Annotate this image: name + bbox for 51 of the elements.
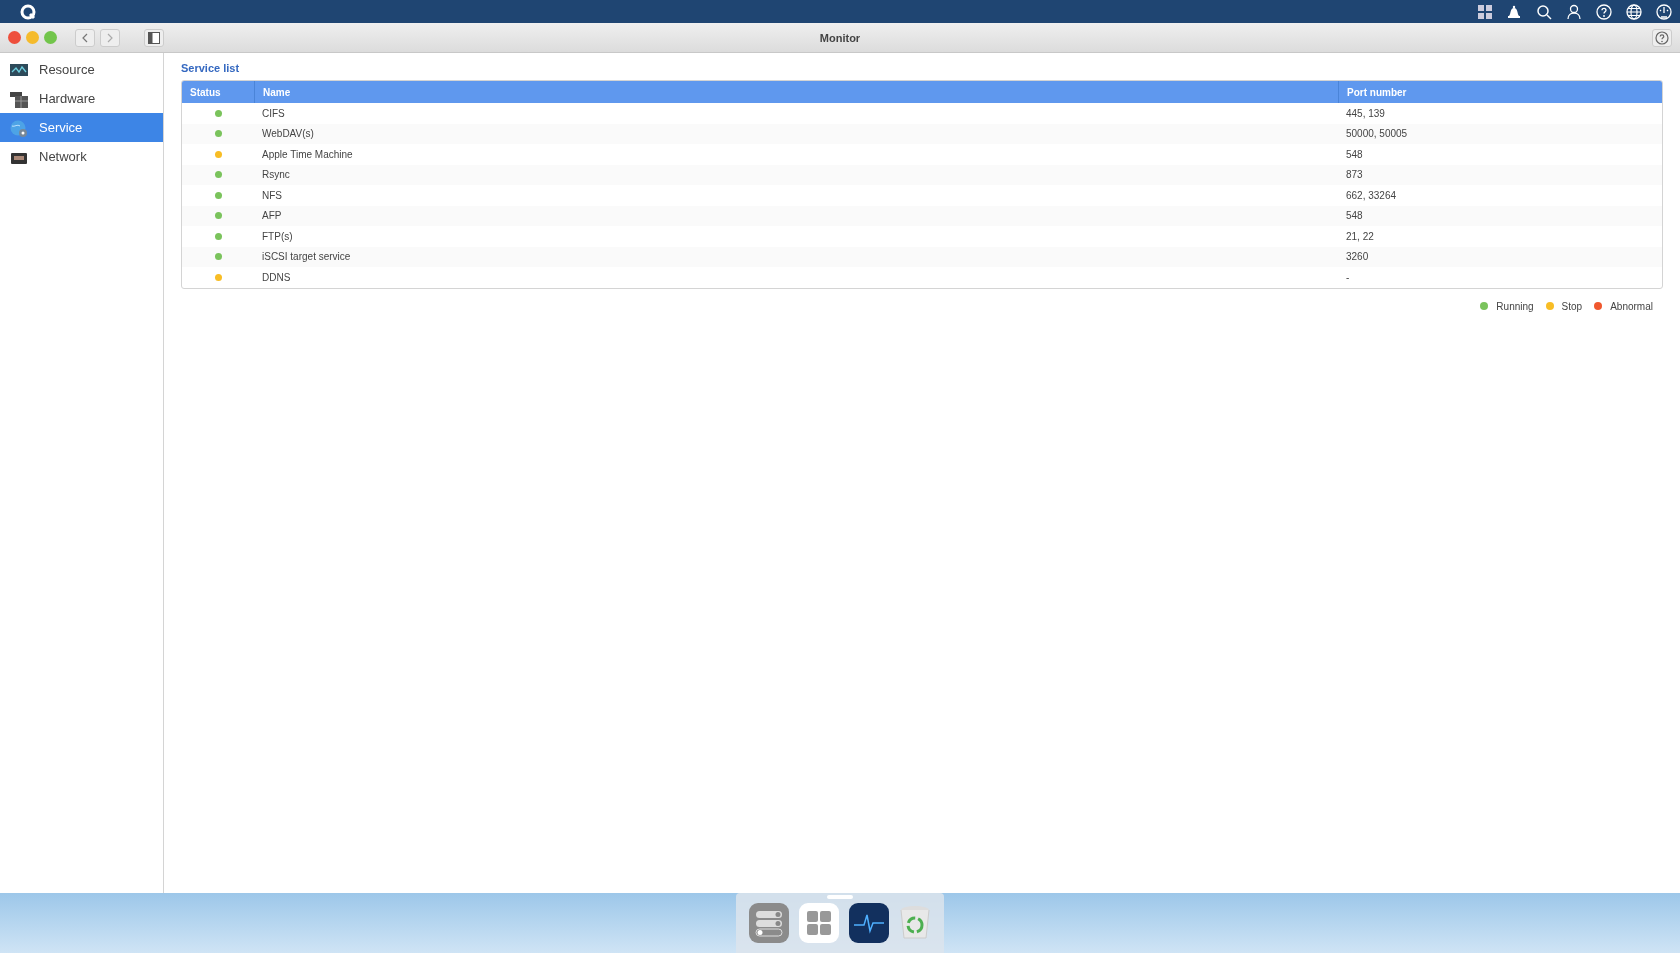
table-cell-text: AFP: [261, 210, 283, 222]
table-cell-text: DDNS: [261, 271, 292, 283]
table-cell-text: FTP(s): [261, 230, 294, 242]
close-button[interactable]: [8, 31, 21, 44]
chevron-left-icon: [81, 32, 89, 43]
help-icon: [1655, 30, 1669, 45]
chevron-right-icon: [106, 32, 114, 43]
column-header: Name: [254, 81, 1338, 103]
table-cell-text: 548: [1345, 148, 1364, 160]
app-logo-icon[interactable]: [20, 3, 36, 20]
table-cell-text: Rsync: [261, 169, 291, 181]
help-icon[interactable]: [1596, 3, 1612, 20]
table-cell-text: 873: [1345, 169, 1364, 181]
table-cell-text: 548: [1345, 210, 1364, 222]
table-cell-text: CIFS: [261, 107, 286, 119]
bell-icon[interactable]: [1506, 3, 1522, 20]
grid-icon[interactable]: [799, 903, 839, 943]
table-cell-text: 662, 33264: [1345, 189, 1398, 201]
dock-handle[interactable]: [827, 895, 853, 899]
table-cell-text: 445, 139: [1345, 107, 1386, 119]
column-header: Status: [189, 85, 222, 100]
table-cell-text: 50000, 50005: [1345, 128, 1409, 140]
sidebar-item[interactable]: Service: [0, 113, 163, 142]
globe-icon[interactable]: [1626, 3, 1642, 20]
section-title: Service list: [181, 62, 240, 74]
heartbeat-icon[interactable]: [849, 903, 889, 943]
legend-label: Stop: [1561, 300, 1583, 312]
sidebar-item[interactable]: Resource: [0, 55, 163, 84]
table-cell-text: 21, 22: [1345, 230, 1375, 242]
globe-gear-icon: [9, 118, 29, 137]
toggle-switches-icon[interactable]: [749, 903, 789, 943]
legend-label: Running: [1496, 300, 1534, 312]
table-cell-text: NFS: [261, 189, 283, 201]
help-button[interactable]: [1652, 28, 1672, 47]
table-cell-text: iSCSI target service: [261, 251, 352, 263]
grid-icon[interactable]: [1478, 4, 1492, 19]
column-header: Port number: [1338, 81, 1662, 103]
table-cell-text: WebDAV(s): [261, 128, 315, 140]
sidebar-item[interactable]: Network: [0, 142, 163, 171]
gauge-icon[interactable]: [1656, 3, 1672, 20]
table-cell-text: Apple Time Machine: [261, 148, 354, 160]
sidebar-toggle-button[interactable]: [144, 28, 164, 47]
search-icon[interactable]: [1536, 3, 1552, 20]
panel-icon: [148, 31, 160, 44]
table-cell-text: 3260: [1345, 251, 1370, 263]
sidebar-item[interactable]: Hardware: [0, 84, 163, 113]
table-cell-text: -: [1345, 271, 1351, 283]
hardware-icon: [9, 89, 29, 108]
legend-label: Abnormal: [1610, 300, 1653, 312]
window-title: Monitor: [819, 31, 861, 44]
user-icon[interactable]: [1566, 3, 1582, 20]
